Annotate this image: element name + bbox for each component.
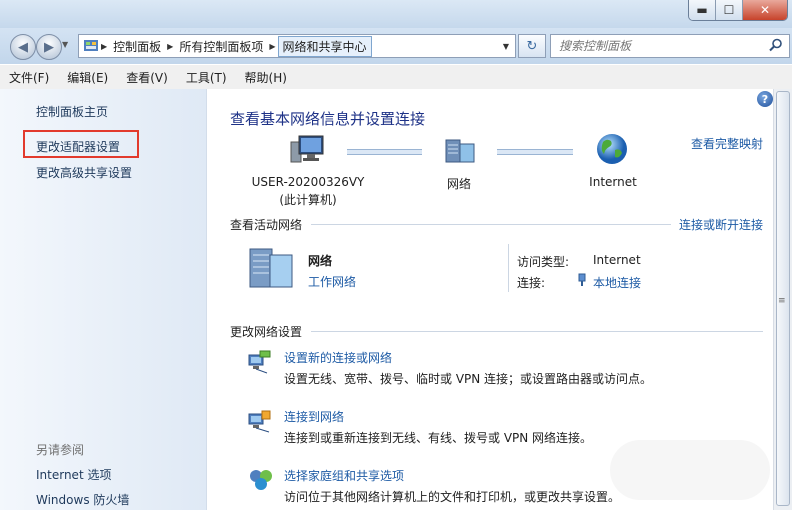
task-title[interactable]: 选择家庭组和共享选项 bbox=[284, 467, 404, 484]
forward-arrow-icon: ▶ bbox=[44, 39, 54, 55]
computer-icon[interactable] bbox=[289, 134, 325, 164]
connection-line bbox=[347, 149, 422, 155]
help-icon[interactable]: ? bbox=[757, 91, 773, 107]
computer-name: USER-20200326VY bbox=[251, 175, 365, 189]
breadcrumb-control-panel[interactable]: 控制面板 bbox=[109, 38, 165, 55]
work-network-icon bbox=[249, 248, 293, 288]
search-box[interactable] bbox=[550, 34, 790, 58]
title-bar: ▬ ☐ ✕ bbox=[0, 0, 792, 28]
local-connection-link[interactable]: 本地连接 bbox=[593, 274, 641, 291]
navigation-bar: ◀ ▶ ▼ ▶ 控制面板 ▶ 所有控制面板项 ▶ 网络和共享中心 ▼ ↻ bbox=[0, 28, 792, 64]
menu-bar: 文件(F) 编辑(E) 查看(V) 工具(T) 帮助(H) bbox=[0, 64, 792, 90]
sidebar-item-internet-options[interactable]: Internet 选项 bbox=[36, 466, 111, 483]
back-arrow-icon: ◀ bbox=[18, 39, 28, 55]
menu-tools[interactable]: 工具(T) bbox=[177, 69, 236, 86]
internet-label: Internet bbox=[589, 175, 637, 189]
forward-button[interactable]: ▶ bbox=[36, 34, 62, 60]
divider bbox=[311, 331, 763, 332]
task-title[interactable]: 设置新的连接或网络 bbox=[284, 349, 392, 366]
address-bar[interactable]: ▶ 控制面板 ▶ 所有控制面板项 ▶ 网络和共享中心 ▼ bbox=[78, 34, 516, 58]
sidebar-item-home[interactable]: 控制面板主页 bbox=[36, 103, 108, 120]
view-full-map-link[interactable]: 查看完整映射 bbox=[691, 135, 763, 152]
menu-edit[interactable]: 编辑(E) bbox=[58, 69, 117, 86]
menu-help[interactable]: 帮助(H) bbox=[236, 69, 296, 86]
sidebar-item-adapter-settings[interactable]: 更改适配器设置 bbox=[36, 138, 120, 155]
breadcrumb-separator[interactable]: ▶ bbox=[267, 42, 277, 51]
task-title[interactable]: 连接到网络 bbox=[284, 408, 344, 425]
internet-globe-icon[interactable] bbox=[595, 132, 629, 166]
page-title: 查看基本网络信息并设置连接 bbox=[230, 110, 426, 128]
connect-disconnect-link[interactable]: 连接或断开连接 bbox=[679, 216, 763, 233]
back-button[interactable]: ◀ bbox=[10, 34, 36, 60]
connect-network-icon bbox=[248, 410, 271, 433]
divider bbox=[311, 224, 671, 225]
recent-pages-dropdown[interactable]: ▼ bbox=[62, 40, 68, 49]
scrollbar-grip-icon: ≡ bbox=[778, 296, 786, 306]
vertical-scrollbar[interactable]: ≡ bbox=[773, 89, 792, 510]
vertical-divider bbox=[508, 244, 509, 292]
menu-view[interactable]: 查看(V) bbox=[117, 69, 177, 86]
refresh-button[interactable]: ↻ bbox=[518, 34, 546, 58]
sidebar: 控制面板主页 更改适配器设置 更改高级共享设置 另请参阅 Internet 选项… bbox=[0, 89, 207, 510]
access-type-label: 访问类型: bbox=[517, 255, 570, 269]
sidebar-item-advanced-sharing[interactable]: 更改高级共享设置 bbox=[36, 164, 132, 181]
maximize-button[interactable]: ☐ bbox=[716, 0, 743, 20]
active-network-name: 网络 bbox=[308, 254, 333, 268]
task-description: 设置无线、宽带、拨号、临时或 VPN 连接；或设置路由器或访问点。 bbox=[284, 372, 653, 386]
breadcrumb-all-items[interactable]: 所有控制面板项 bbox=[175, 38, 267, 55]
network-type-link[interactable]: 工作网络 bbox=[308, 273, 356, 290]
search-icon[interactable] bbox=[769, 38, 783, 52]
connection-line bbox=[497, 149, 573, 155]
breadcrumb-network-center[interactable]: 网络和共享中心 bbox=[277, 35, 372, 57]
change-settings-heading: 更改网络设置 bbox=[230, 325, 303, 339]
homegroup-icon bbox=[250, 470, 272, 490]
minimize-button[interactable]: ▬ bbox=[689, 0, 716, 20]
menu-file[interactable]: 文件(F) bbox=[0, 69, 58, 86]
search-input[interactable] bbox=[557, 38, 761, 54]
access-type-value: Internet bbox=[593, 253, 641, 267]
network-setup-icon bbox=[248, 350, 271, 374]
breadcrumb-separator[interactable]: ▶ bbox=[165, 42, 175, 51]
control-panel-icon bbox=[84, 40, 98, 51]
ethernet-icon bbox=[578, 273, 586, 286]
breadcrumb-separator[interactable]: ▶ bbox=[99, 42, 109, 51]
refresh-icon: ↻ bbox=[526, 38, 538, 54]
window-controls: ▬ ☐ ✕ bbox=[688, 0, 788, 21]
network-icon[interactable] bbox=[443, 136, 477, 164]
address-dropdown-icon[interactable]: ▼ bbox=[503, 42, 509, 51]
sidebar-item-firewall[interactable]: Windows 防火墙 bbox=[36, 491, 129, 508]
close-button[interactable]: ✕ bbox=[743, 0, 787, 20]
see-also-heading: 另请参阅 bbox=[36, 443, 85, 457]
watermark-overlay bbox=[610, 440, 770, 500]
active-networks-heading: 查看活动网络 bbox=[230, 218, 303, 232]
connections-label: 连接: bbox=[517, 276, 546, 290]
this-computer-label: (此计算机) bbox=[279, 193, 337, 207]
network-label: 网络 bbox=[446, 177, 471, 191]
task-description: 访问位于其他网络计算机上的文件和打印机，或更改共享设置。 bbox=[284, 490, 621, 504]
computer-label: USER-20200326VY (此计算机) bbox=[243, 175, 373, 208]
task-description: 连接到或重新连接到无线、有线、拨号或 VPN 网络连接。 bbox=[284, 431, 593, 445]
